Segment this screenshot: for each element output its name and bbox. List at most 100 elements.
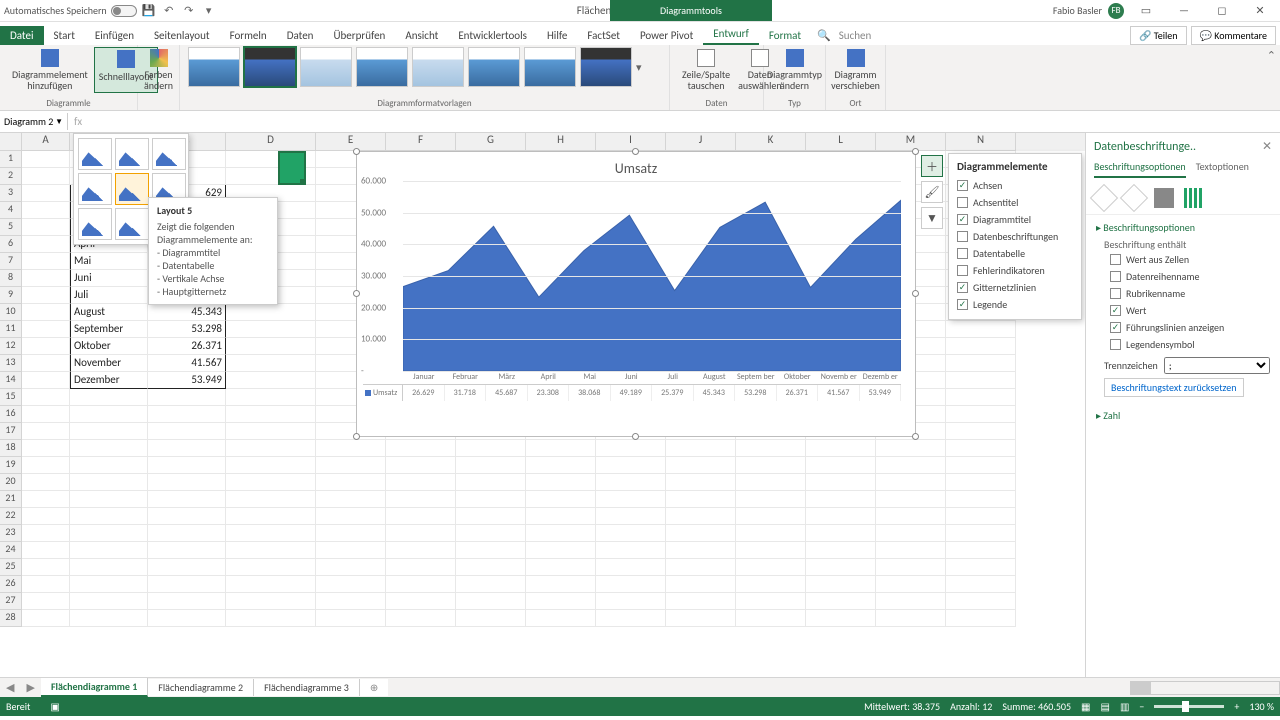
cell[interactable]: [526, 508, 596, 525]
cell[interactable]: [876, 542, 946, 559]
cell[interactable]: [386, 440, 456, 457]
col-header-D[interactable]: D: [226, 133, 316, 151]
cell[interactable]: [22, 338, 70, 355]
cell[interactable]: [456, 474, 526, 491]
label-options-icon[interactable]: [1184, 188, 1204, 208]
cell[interactable]: [946, 525, 1016, 542]
qat-more-icon[interactable]: ▾: [201, 3, 217, 19]
chart-style-3[interactable]: [300, 47, 352, 87]
chart-data-table[interactable]: Umsatz26.62931.71845.68723.30838.06849.1…: [363, 384, 901, 401]
cell[interactable]: [736, 593, 806, 610]
cell[interactable]: [946, 593, 1016, 610]
row-header[interactable]: 5: [0, 219, 22, 236]
row-header[interactable]: 17: [0, 423, 22, 440]
cell[interactable]: [596, 508, 666, 525]
cell[interactable]: [806, 576, 876, 593]
add-chart-element-button[interactable]: Diagrammelement hinzufügen: [8, 47, 92, 93]
cell[interactable]: Oktober: [70, 338, 148, 355]
col-header-M[interactable]: M: [876, 133, 946, 151]
cell[interactable]: [526, 491, 596, 508]
cell[interactable]: [526, 593, 596, 610]
cell[interactable]: [22, 610, 70, 627]
zoom-slider[interactable]: [1154, 705, 1224, 708]
cell[interactable]: [226, 440, 316, 457]
comments-button[interactable]: 💬 Kommentare: [1191, 26, 1276, 45]
cell[interactable]: [806, 593, 876, 610]
col-header-J[interactable]: J: [666, 133, 736, 151]
name-box[interactable]: Diagramm 2▼: [0, 113, 68, 130]
row-header[interactable]: 1: [0, 151, 22, 168]
share-button[interactable]: 🔗 Teilen: [1130, 26, 1187, 45]
row-header[interactable]: 22: [0, 508, 22, 525]
horizontal-scrollbar[interactable]: [1130, 681, 1280, 695]
cell[interactable]: [456, 576, 526, 593]
cell[interactable]: [70, 525, 148, 542]
tab-pagelayout[interactable]: Seitenlayout: [144, 26, 220, 45]
cell[interactable]: [70, 610, 148, 627]
cell[interactable]: [148, 593, 226, 610]
cell[interactable]: [946, 338, 1016, 355]
row-header[interactable]: 14: [0, 372, 22, 389]
cell[interactable]: [226, 576, 316, 593]
cell[interactable]: [736, 525, 806, 542]
sheet-tab-2[interactable]: Flächendiagramme 2: [148, 679, 254, 696]
collapse-ribbon-icon[interactable]: ⌃: [1263, 45, 1280, 110]
cell[interactable]: [946, 576, 1016, 593]
cell[interactable]: [806, 508, 876, 525]
col-header-A[interactable]: A: [22, 133, 70, 151]
row-header[interactable]: 15: [0, 389, 22, 406]
cell[interactable]: [70, 440, 148, 457]
cell[interactable]: [22, 423, 70, 440]
cell[interactable]: [22, 525, 70, 542]
cell[interactable]: [456, 610, 526, 627]
cell[interactable]: [596, 593, 666, 610]
cell[interactable]: [596, 457, 666, 474]
cell[interactable]: [806, 491, 876, 508]
row-header[interactable]: 4: [0, 202, 22, 219]
row-header[interactable]: 21: [0, 491, 22, 508]
cell[interactable]: [666, 474, 736, 491]
cell[interactable]: [148, 559, 226, 576]
cell[interactable]: [876, 491, 946, 508]
cell[interactable]: [666, 525, 736, 542]
cell[interactable]: [22, 389, 70, 406]
chart-style-5[interactable]: [412, 47, 464, 87]
layout-5[interactable]: [115, 173, 149, 205]
row-header[interactable]: 11: [0, 321, 22, 338]
chart-style-7[interactable]: [524, 47, 576, 87]
cell[interactable]: [876, 593, 946, 610]
cell[interactable]: [148, 576, 226, 593]
cell[interactable]: [316, 593, 386, 610]
cell[interactable]: [316, 576, 386, 593]
cell[interactable]: [736, 542, 806, 559]
cell[interactable]: [736, 440, 806, 457]
cell[interactable]: [386, 559, 456, 576]
cell[interactable]: [946, 474, 1016, 491]
cell[interactable]: [946, 457, 1016, 474]
cell[interactable]: [876, 440, 946, 457]
formula-input[interactable]: [88, 120, 1280, 124]
cell[interactable]: [22, 491, 70, 508]
label-option-check[interactable]: Wert aus Zellen: [1110, 251, 1270, 268]
cell[interactable]: [70, 576, 148, 593]
cell[interactable]: [226, 593, 316, 610]
cell[interactable]: [316, 440, 386, 457]
change-chart-type-button[interactable]: Diagrammtyp ändern: [772, 47, 817, 93]
cell[interactable]: [876, 559, 946, 576]
chart-title[interactable]: Umsatz: [357, 152, 915, 181]
cell[interactable]: [666, 559, 736, 576]
chart-style-4[interactable]: [356, 47, 408, 87]
cell[interactable]: [386, 593, 456, 610]
tab-factset[interactable]: FactSet: [577, 26, 630, 45]
cell[interactable]: [22, 168, 70, 185]
chart-style-1[interactable]: [188, 47, 240, 87]
row-header[interactable]: 8: [0, 270, 22, 287]
cell[interactable]: [22, 202, 70, 219]
cell[interactable]: [806, 457, 876, 474]
cell[interactable]: [596, 525, 666, 542]
reset-label-text-button[interactable]: Beschriftungstext zurücksetzen: [1104, 378, 1244, 397]
tab-help[interactable]: Hilfe: [537, 26, 577, 45]
cell[interactable]: [226, 304, 316, 321]
x-axis[interactable]: JanuarFebruarMärzAprilMaiJuniJuliAugustS…: [403, 373, 901, 382]
cell[interactable]: [946, 321, 1016, 338]
